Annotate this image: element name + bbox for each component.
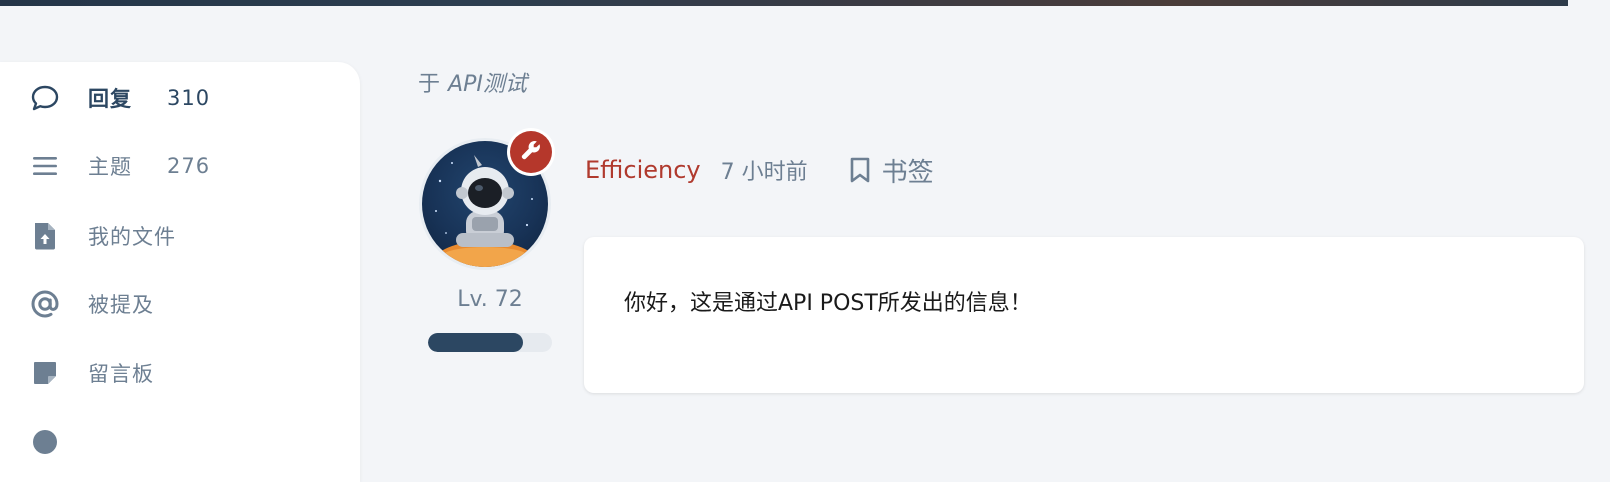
author-link[interactable]: Efficiency [585, 156, 701, 184]
sidebar-item-message-board[interactable]: 留言板 [0, 345, 360, 401]
level-progress-bar [428, 333, 552, 352]
sidebar-item-count: 276 [167, 154, 211, 178]
list-icon [29, 150, 61, 182]
post-body: 你好，这是通过API POST所发出的信息！ [624, 291, 1032, 316]
sidebar-item-replies[interactable]: 回复 310 [0, 70, 360, 126]
file-upload-icon [29, 220, 61, 252]
user-level: Lv. 72 [457, 287, 523, 312]
post-header: Efficiency 7 小时前 书签 [585, 152, 934, 188]
wrench-badge [510, 131, 552, 173]
header-banner-edge [0, 0, 1568, 6]
sidebar-item-topics[interactable]: 主题 276 [0, 138, 360, 194]
wrench-icon [519, 138, 543, 166]
bookmark-icon [850, 157, 870, 183]
circle-icon [29, 426, 61, 458]
context-prefix: 于 [418, 72, 441, 97]
at-icon [29, 288, 61, 320]
sidebar: 回复 310 主题 276 我的文件 被提及 留言板 [0, 62, 360, 482]
bookmark-label: 书签 [881, 157, 934, 188]
sidebar-item-my-files[interactable]: 我的文件 [0, 208, 360, 264]
level-progress-fill [428, 333, 524, 352]
post-context: 于 API测试 [418, 66, 527, 98]
sidebar-item-label: 主题 [88, 155, 132, 179]
bookmark-button[interactable]: 书签 [850, 152, 934, 189]
sidebar-item-label: 被提及 [88, 293, 154, 317]
sidebar-item-label: 留言板 [88, 362, 154, 386]
sidebar-item-more[interactable] [0, 414, 360, 470]
post-card: 你好，这是通过API POST所发出的信息！ [584, 237, 1584, 393]
category-link[interactable]: API测试 [448, 72, 527, 97]
post-time: 7 小时前 [720, 160, 808, 185]
sidebar-item-label: 回复 [88, 87, 132, 111]
comment-icon [29, 82, 61, 114]
sidebar-item-mentions[interactable]: 被提及 [0, 276, 360, 332]
sidebar-item-label: 我的文件 [88, 225, 176, 249]
sticky-note-icon [29, 357, 61, 389]
sidebar-item-count: 310 [167, 86, 211, 110]
